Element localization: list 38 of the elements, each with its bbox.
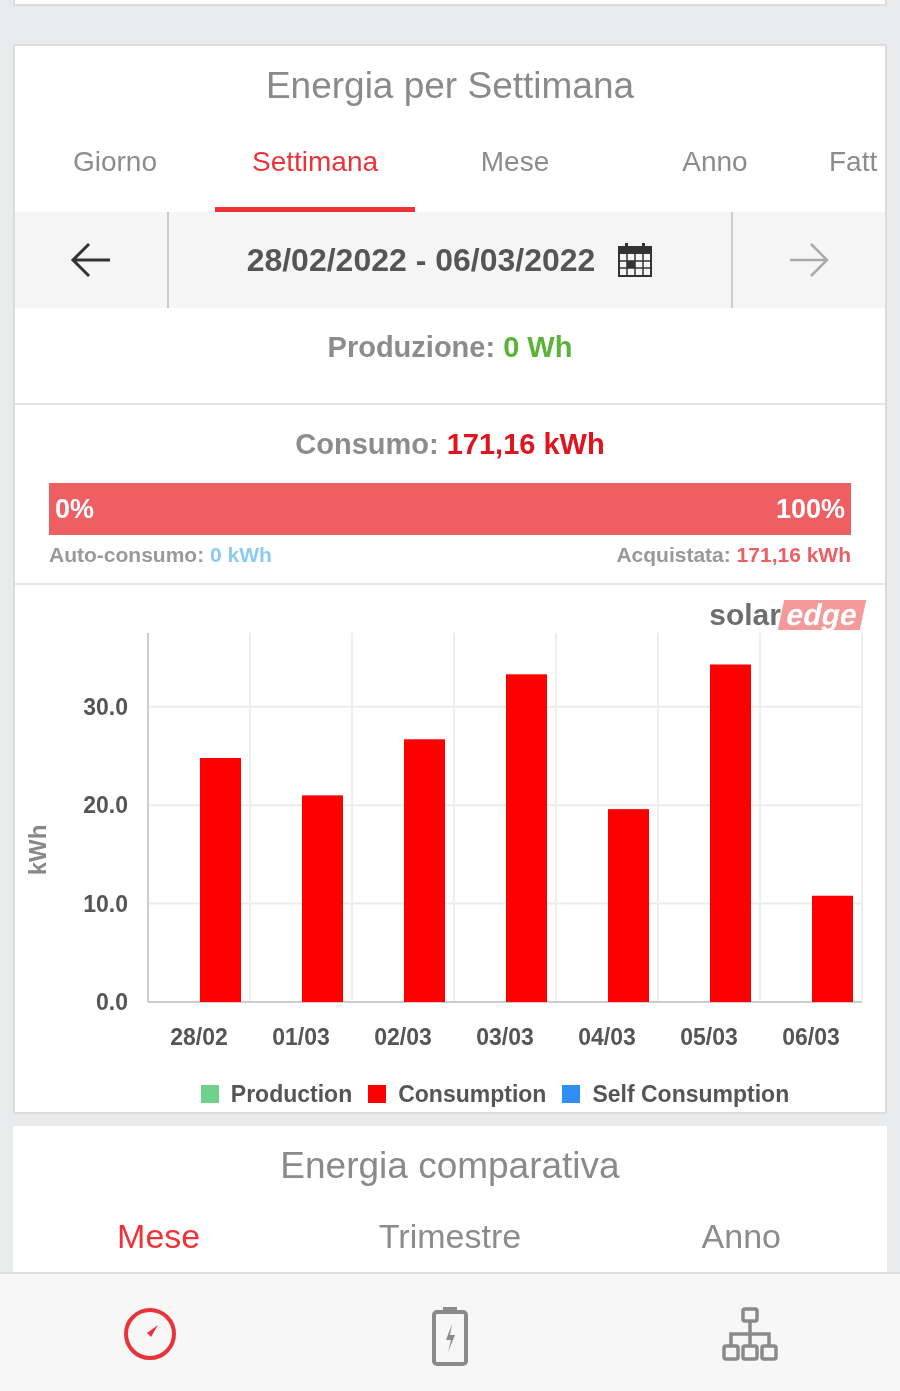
legend-label[interactable]: Self Consumption xyxy=(592,1077,790,1112)
y-tick-label: 0.0 xyxy=(96,989,128,1015)
legend-label[interactable]: Production xyxy=(230,1077,353,1112)
production-total: Produzione: 0 Wh xyxy=(327,330,573,365)
purchased-label: Acquistata: 171,16 kWh xyxy=(616,541,851,568)
brand-logo: solaredge xyxy=(709,600,863,630)
x-tick-label: 03/03 xyxy=(476,1024,534,1050)
legend-swatch xyxy=(200,1085,219,1104)
calendar-icon[interactable] xyxy=(617,242,654,278)
x-tick-label: 06/03 xyxy=(782,1024,840,1050)
date-range[interactable]: 28/02/2022 - 06/03/2022 xyxy=(246,236,596,284)
x-tick-label: 05/03 xyxy=(680,1024,738,1050)
x-tick-label: 02/03 xyxy=(374,1024,432,1050)
legend-swatch xyxy=(562,1085,581,1104)
y-tick-label: 20.0 xyxy=(83,792,128,819)
period-tab[interactable]: Giorno xyxy=(15,116,215,212)
period-tab[interactable]: Mese xyxy=(415,116,615,212)
legend-swatch xyxy=(368,1085,387,1104)
percent-label: 0% xyxy=(55,492,95,526)
self-consumption-label: Auto-consumo: 0 kWh xyxy=(49,541,272,568)
consumption-total: Consumo: 171,16 kWh xyxy=(294,427,606,462)
right-arrow-icon xyxy=(788,242,830,278)
period-tab[interactable]: Anno xyxy=(615,116,815,212)
period-tab[interactable]: Anno xyxy=(595,1195,887,1276)
x-tick-label: 04/03 xyxy=(578,1024,636,1050)
axis-title: kWh xyxy=(24,824,51,876)
legend-label[interactable]: Consumption xyxy=(398,1077,547,1112)
left-arrow-icon xyxy=(70,242,112,278)
card-title: Energia per Settimana xyxy=(264,64,636,108)
percent-label: 100% xyxy=(775,492,845,526)
x-tick-label: 01/03 xyxy=(272,1024,330,1050)
y-tick-label: 10.0 xyxy=(83,890,128,917)
period-tab[interactable]: Fatt xyxy=(815,116,885,212)
card-title: Energia comparativa xyxy=(279,1143,621,1188)
period-tab[interactable]: Trimestre xyxy=(304,1195,596,1276)
period-tab[interactable]: Mese xyxy=(13,1195,305,1276)
y-tick-label: 30.0 xyxy=(83,693,128,720)
x-tick-label: 28/02 xyxy=(170,1024,228,1050)
